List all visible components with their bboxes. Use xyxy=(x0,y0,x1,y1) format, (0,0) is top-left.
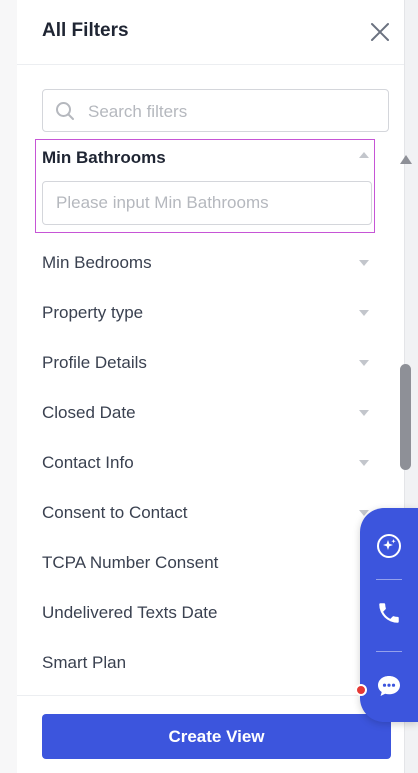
assistant-icon[interactable] xyxy=(373,530,405,562)
footer-divider xyxy=(17,695,404,696)
filter-item-label: TCPA Number Consent xyxy=(42,553,219,572)
caret-down-icon xyxy=(359,460,369,466)
dock-divider xyxy=(376,651,402,652)
min-bathrooms-input[interactable] xyxy=(42,181,372,225)
filter-item-label: Contact Info xyxy=(42,453,134,472)
search-filters-box[interactable] xyxy=(42,89,389,132)
filter-item-closed-date[interactable]: Closed Date xyxy=(17,389,404,439)
filter-label-min-bathrooms[interactable]: Min Bathrooms xyxy=(42,148,166,168)
search-filters-input[interactable] xyxy=(86,98,380,126)
all-filters-panel: All Filters Min Bathrooms Min Bedrooms P… xyxy=(17,0,405,773)
scroll-up-arrow[interactable] xyxy=(400,155,412,164)
filter-min-bathrooms-expanded: Min Bathrooms xyxy=(35,139,375,233)
filter-item-min-bedrooms[interactable]: Min Bedrooms xyxy=(17,239,404,289)
scrollbar-thumb[interactable] xyxy=(400,364,411,470)
panel-title: All Filters xyxy=(42,20,129,41)
notification-dot xyxy=(355,684,367,696)
panel-header: All Filters xyxy=(17,0,404,65)
close-icon[interactable] xyxy=(368,20,392,44)
left-edge-strip xyxy=(0,0,18,773)
filter-item-label: Consent to Contact xyxy=(42,503,188,522)
filter-item-label: Closed Date xyxy=(42,403,136,422)
filter-item-label: Smart Plan xyxy=(42,653,127,672)
filter-item-contact-info[interactable]: Contact Info xyxy=(17,439,404,489)
caret-down-icon xyxy=(359,410,369,416)
filter-item-undelivered-texts-date[interactable]: Undelivered Texts Date xyxy=(17,589,404,639)
floating-action-dock xyxy=(355,508,418,722)
filter-item-label: Property type xyxy=(42,303,144,322)
phone-icon[interactable] xyxy=(373,597,405,629)
filter-item-property-type[interactable]: Property type xyxy=(17,289,404,339)
filter-item-consent-to-contact[interactable]: Consent to Contact xyxy=(17,489,404,539)
filter-item-label: Undelivered Texts Date xyxy=(42,603,218,622)
caret-down-icon xyxy=(359,310,369,316)
dock-divider xyxy=(376,579,402,580)
filter-item-profile-details[interactable]: Profile Details xyxy=(17,339,404,389)
search-icon xyxy=(56,102,74,120)
caret-up-icon[interactable] xyxy=(359,152,369,158)
caret-down-icon xyxy=(359,260,369,266)
filter-item-smart-plan[interactable]: Smart Plan xyxy=(17,639,404,689)
filter-item-tcpa-number-consent[interactable]: TCPA Number Consent xyxy=(17,539,404,589)
filter-item-label: Min Bedrooms xyxy=(42,253,152,272)
caret-down-icon xyxy=(359,360,369,366)
create-view-button[interactable]: Create View xyxy=(42,714,391,759)
filter-item-label: Profile Details xyxy=(42,353,147,372)
chat-icon[interactable] xyxy=(373,670,405,702)
